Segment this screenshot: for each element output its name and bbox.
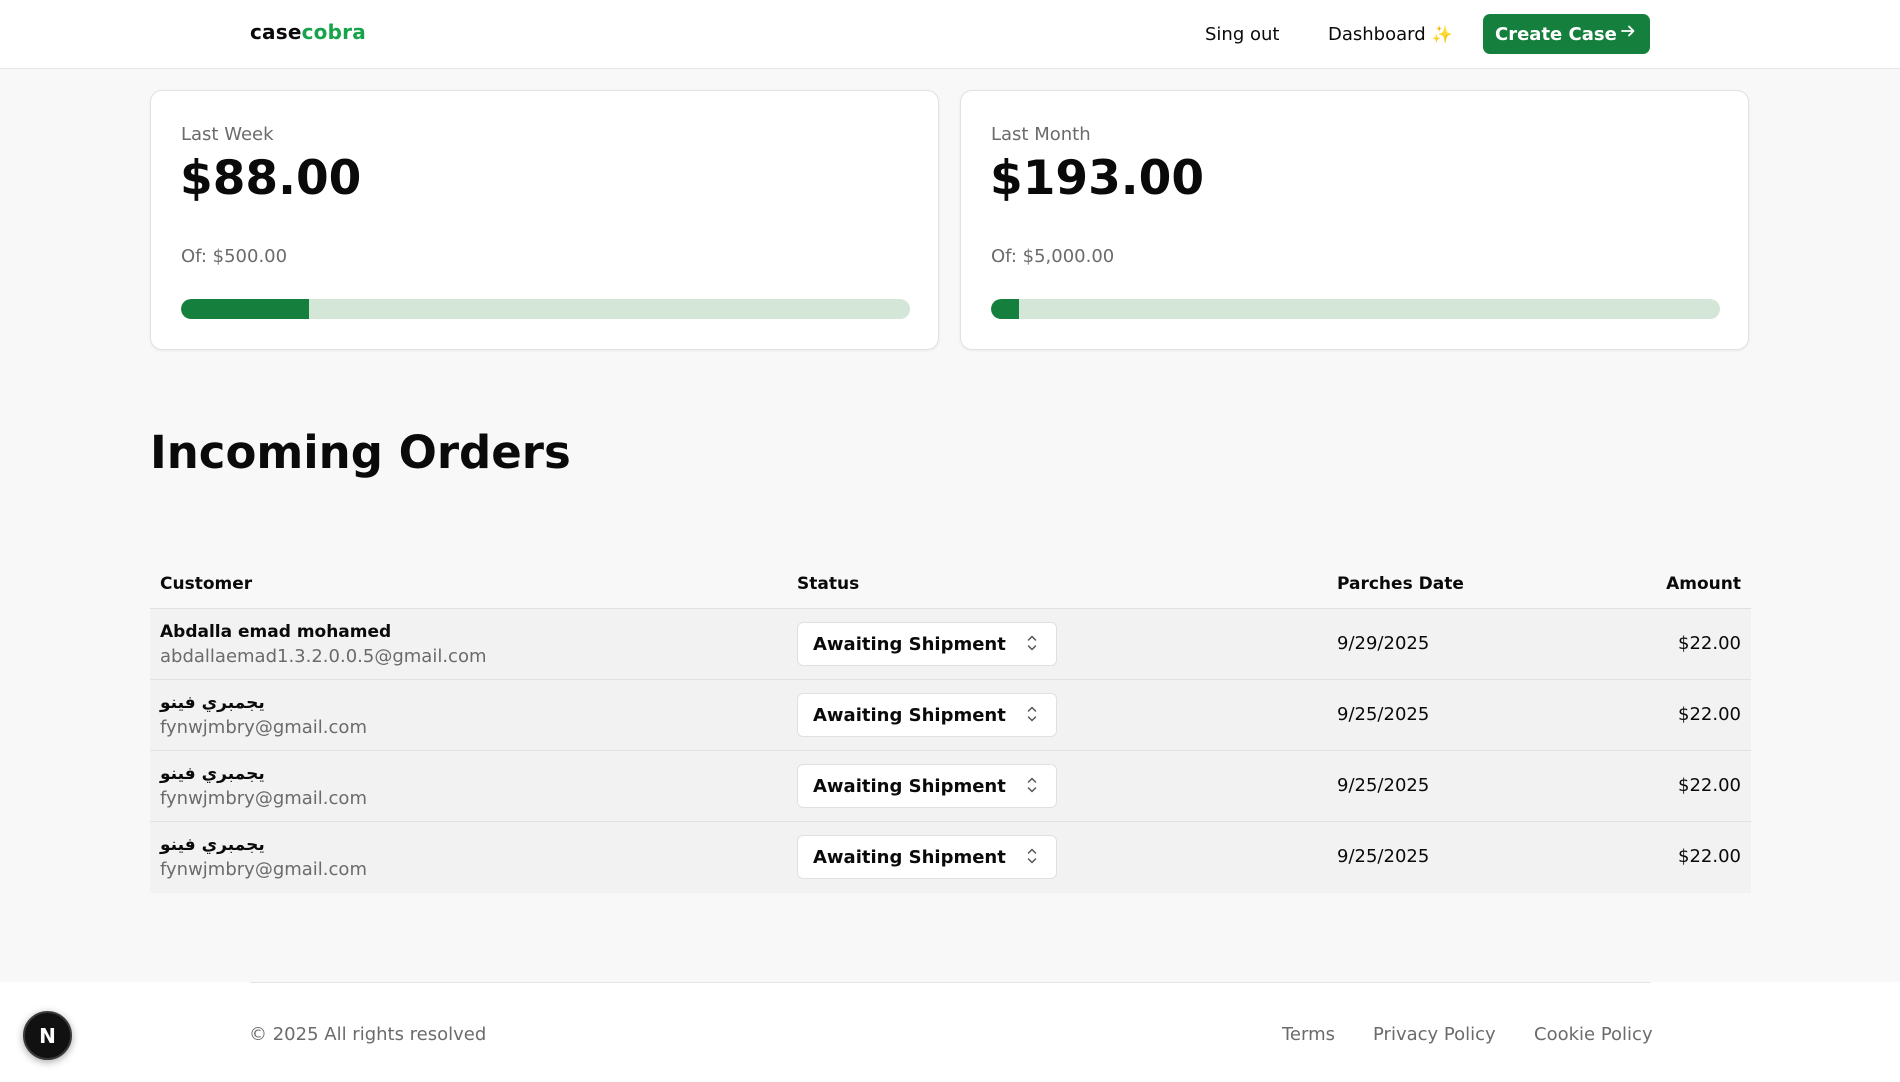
card-goal: Of: $500.00 [181,246,288,267]
page-footer: © 2025 All rights resolved Terms Privacy… [0,982,1900,1082]
create-case-label: Create Case [1495,23,1617,45]
customer-name: يجمبري فينو [160,764,265,784]
table-row: Abdalla emad mohamed abdallaemad1.3.2.0.… [150,609,1751,680]
customer-email: fynwjmbry@gmail.com [160,859,367,880]
table-row: يجمبري فينو fynwjmbry@gmail.com Awaiting… [150,680,1751,751]
order-amount: $22.00 [1678,633,1741,654]
create-case-button[interactable]: Create Case [1483,14,1650,54]
status-value: Awaiting Shipment [813,776,1006,797]
top-navbar: casecobra Sing out Dashboard ✨ Create Cas… [0,0,1900,69]
brand-logo-part2: cobra [301,20,366,44]
orders-table: Customer Status Parches Date Amount Abda… [150,564,1751,893]
column-header-date: Parches Date [1337,574,1464,594]
brand-logo-part1: case [250,20,302,44]
column-header-status: Status [797,574,860,594]
purchase-date: 9/25/2025 [1337,704,1430,725]
dashboard-link-label: Dashboard [1328,24,1426,45]
card-value: $88.00 [180,151,362,206]
copyright-text: © 2025 All rights resolved [249,1024,487,1045]
status-select[interactable]: Awaiting Shipment [797,622,1057,666]
status-value: Awaiting Shipment [813,634,1006,655]
customer-email: abdallaemad1.3.2.0.0.5@gmail.com [160,646,487,667]
chevron-up-down-icon [1027,848,1037,864]
status-select[interactable]: Awaiting Shipment [797,693,1057,737]
purchase-date: 9/25/2025 [1337,775,1430,796]
chevron-up-down-icon [1027,635,1037,651]
purchase-date: 9/29/2025 [1337,633,1430,654]
card-label: Last Month [991,124,1091,145]
column-header-amount: Amount [1666,574,1741,594]
chevron-up-down-icon [1027,777,1037,793]
brand-logo[interactable]: casecobra [250,20,366,44]
progress-fill [991,299,1020,319]
table-row: يجمبري فينو fynwjmbry@gmail.com Awaiting… [150,751,1751,822]
last-month-card: Last Month $193.00 Of: $5,000.00 [960,90,1749,350]
sparkles-icon: ✨ [1431,25,1453,45]
card-label: Last Week [181,124,274,145]
table-row: يجمبري فينو fynwjmbry@gmail.com Awaiting… [150,822,1751,893]
card-goal: Of: $5,000.00 [991,246,1115,267]
progress-fill [181,299,310,319]
customer-name: Abdalla emad mohamed [160,622,392,642]
progress-bar [181,299,910,319]
status-select[interactable]: Awaiting Shipment [797,835,1057,879]
footer-link-privacy[interactable]: Privacy Policy [1373,1024,1496,1045]
card-value: $193.00 [990,151,1205,206]
page-title: Incoming Orders [150,426,571,479]
purchase-date: 9/25/2025 [1337,846,1430,867]
signout-link[interactable]: Sing out [1205,24,1279,45]
status-select[interactable]: Awaiting Shipment [797,764,1057,808]
nextjs-icon[interactable]: N [23,1011,72,1060]
customer-name: يجمبري فينو [160,835,265,855]
last-week-card: Last Week $88.00 Of: $500.00 [150,90,939,350]
table-header: Customer Status Parches Date Amount [150,564,1751,609]
customer-name: يجمبري فينو [160,693,265,713]
footer-link-cookie[interactable]: Cookie Policy [1534,1024,1653,1045]
progress-bar [991,299,1720,319]
status-value: Awaiting Shipment [813,705,1006,726]
arrow-right-icon [1620,23,1636,44]
column-header-customer: Customer [160,574,253,594]
order-amount: $22.00 [1678,846,1741,867]
order-amount: $22.00 [1678,704,1741,725]
status-value: Awaiting Shipment [813,847,1006,868]
footer-link-terms[interactable]: Terms [1282,1024,1335,1045]
footer-divider [250,982,1651,983]
customer-email: fynwjmbry@gmail.com [160,717,367,738]
chevron-up-down-icon [1027,706,1037,722]
dashboard-link[interactable]: Dashboard ✨ [1328,24,1453,45]
order-amount: $22.00 [1678,775,1741,796]
customer-email: fynwjmbry@gmail.com [160,788,367,809]
